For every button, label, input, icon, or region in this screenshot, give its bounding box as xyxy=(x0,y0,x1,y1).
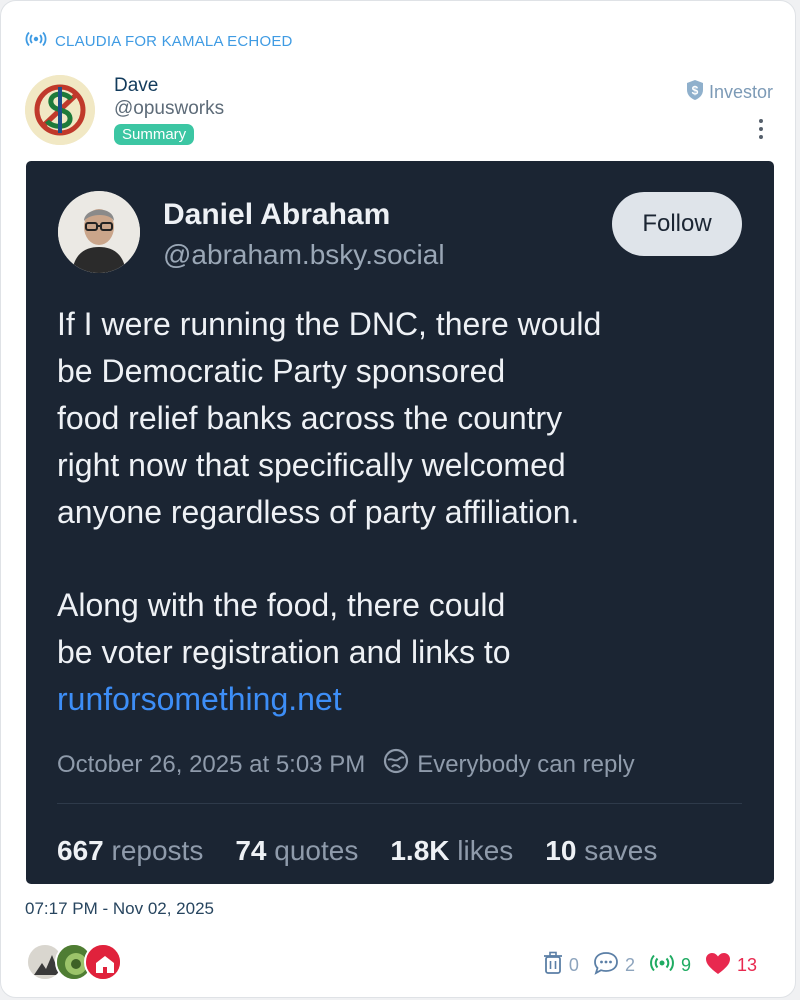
embedded-post-screenshot[interactable]: Daniel Abraham @abraham.bsky.social Foll… xyxy=(26,161,774,884)
more-options-icon[interactable] xyxy=(755,117,767,141)
post-line: right now that specifically welcomed xyxy=(57,447,566,483)
post-line: Along with the food, there could xyxy=(57,587,506,623)
heart-icon[interactable] xyxy=(705,952,731,980)
trash-count: 0 xyxy=(568,955,579,975)
post-timestamp: 07:17 PM - Nov 02, 2025 xyxy=(25,899,215,918)
embedded-post-meta: October 26, 2025 at 5:03 PM Everybody ca… xyxy=(57,748,635,781)
echo-header[interactable]: CLAUDIA FOR KAMALA ECHOED xyxy=(25,31,293,52)
user-handle[interactable]: @opusworks xyxy=(114,98,224,120)
embedded-post-body: If I were running the DNC, there would b… xyxy=(57,301,747,723)
reply-settings-icon xyxy=(383,748,409,781)
embedded-post-stats: 667 reposts 74 quotes 1.8K likes 10 save… xyxy=(57,835,657,867)
comments-action[interactable]: 2 xyxy=(593,951,635,980)
post-line: food relief banks across the country xyxy=(57,400,563,436)
avatar[interactable] xyxy=(25,75,95,145)
quotes-label: quotes xyxy=(274,835,359,866)
summary-badge: Summary xyxy=(114,124,195,145)
runforsomething-link[interactable]: runforsomething.net xyxy=(57,676,747,723)
embedded-divider xyxy=(57,803,742,804)
avatar[interactable] xyxy=(84,943,122,981)
quotes-count: 74 xyxy=(235,835,267,866)
embedded-author-name: Daniel Abraham xyxy=(163,198,391,231)
likes-label: likes xyxy=(457,835,514,866)
likes-count: 1.8K xyxy=(390,835,450,866)
post-card: CLAUDIA FOR KAMALA ECHOED Dave @opuswork… xyxy=(0,0,796,998)
reply-setting: Everybody can reply xyxy=(383,748,635,781)
follow-button[interactable]: Follow xyxy=(612,192,742,256)
post-paragraph-2: Along with the food, there could be vote… xyxy=(57,582,747,723)
investor-label: Investor xyxy=(708,82,773,102)
comments-count: 2 xyxy=(624,955,635,975)
reposts-label: reposts xyxy=(111,835,204,866)
echoes-count: 9 xyxy=(680,955,691,975)
saves-stat: 10 saves xyxy=(545,835,657,867)
quotes-stat: 74 quotes xyxy=(235,835,358,867)
likes-stat: 1.8K likes xyxy=(390,835,513,867)
post-line: be Democratic Party sponsored xyxy=(57,353,506,389)
trash-icon[interactable] xyxy=(543,951,563,980)
echo-action[interactable]: 9 xyxy=(649,954,691,977)
like-action[interactable]: 13 xyxy=(705,952,757,980)
post-paragraph-1: If I were running the DNC, there would b… xyxy=(57,301,747,536)
reposts-count: 667 xyxy=(57,835,104,866)
svg-text:$: $ xyxy=(692,84,699,98)
comment-bubble-icon[interactable] xyxy=(593,951,619,980)
post-line: If I were running the DNC, there would xyxy=(57,306,602,342)
delete-action[interactable]: 0 xyxy=(543,951,579,980)
likes-count: 13 xyxy=(736,955,757,975)
reposts-stat: 667 reposts xyxy=(57,835,203,867)
embedded-author-avatar xyxy=(58,191,140,273)
post-line: anyone regardless of party affiliation. xyxy=(57,494,580,530)
shield-dollar-icon: $ xyxy=(685,79,705,106)
embedded-author-handle: @abraham.bsky.social xyxy=(163,239,445,270)
saves-count: 10 xyxy=(545,835,577,866)
investor-badge: $ Investor xyxy=(685,79,773,106)
echoed-by-avatars[interactable] xyxy=(26,943,136,983)
embedded-post-date: October 26, 2025 at 5:03 PM xyxy=(57,750,366,778)
echo-label[interactable]: CLAUDIA FOR KAMALA ECHOED xyxy=(55,33,293,50)
reply-setting-label: Everybody can reply xyxy=(417,750,635,778)
post-actions: 0 2 9 13 xyxy=(543,951,757,980)
echo-broadcast-icon[interactable] xyxy=(649,954,675,977)
user-name[interactable]: Dave xyxy=(114,75,158,97)
saves-label: saves xyxy=(584,835,658,866)
post-line: be voter registration and links to xyxy=(57,634,511,670)
broadcast-icon xyxy=(25,31,47,52)
